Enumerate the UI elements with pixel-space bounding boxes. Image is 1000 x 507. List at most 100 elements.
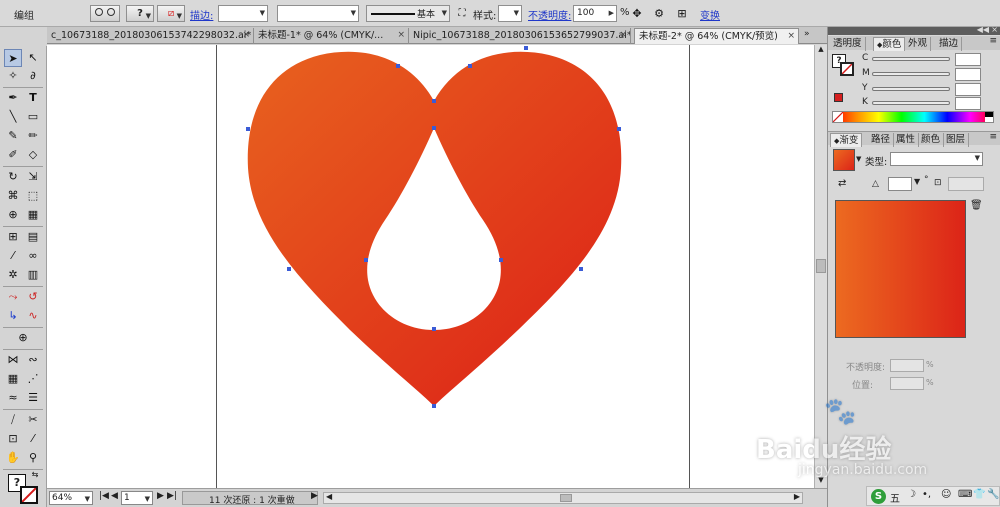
channel-m-slider[interactable]	[872, 72, 950, 76]
none-swatch[interactable]	[832, 111, 844, 123]
channel-k-slider[interactable]	[872, 101, 950, 105]
crosshair-icon[interactable]: ⊕	[14, 329, 32, 347]
pen-tool-icon[interactable]: ✒	[4, 89, 22, 107]
zoom-select[interactable]: 64% ▼	[49, 491, 93, 505]
status-menu-icon[interactable]: ▶	[311, 491, 318, 501]
channel-y-slider[interactable]	[872, 87, 950, 91]
recolor-icon[interactable]: ✥	[628, 5, 646, 23]
white-swatch[interactable]	[985, 117, 993, 122]
tab-color[interactable]: ◆颜色	[873, 37, 906, 51]
live-paint-icon[interactable]: ▦	[4, 370, 22, 388]
close-icon[interactable]: ×	[787, 29, 795, 44]
isolate-group-button[interactable]	[90, 5, 120, 22]
chart-icon[interactable]: ≈	[4, 389, 22, 407]
tab-layers[interactable]: 图层	[943, 133, 970, 147]
punctuation-icon[interactable]: •,	[922, 489, 931, 500]
delete-stop-icon[interactable]: 🗑	[970, 200, 983, 211]
free-transform-icon[interactable]: ⬚	[24, 187, 42, 205]
stroke-swatch-dropdown[interactable]: ⧄ ▼	[157, 5, 185, 22]
tab-document-4-active[interactable]: 未标题-2* @ 64% (CMYK/预览) ×	[634, 28, 799, 44]
skin-icon[interactable]: 👕	[973, 489, 985, 500]
stroke-link[interactable]: 描边:	[190, 7, 213, 22]
reverse-gradient-icon[interactable]: ⇄	[838, 178, 846, 189]
tab-pathfinder[interactable]: 路径	[868, 133, 895, 147]
channel-c-slider[interactable]	[872, 57, 950, 61]
keyboard-icon[interactable]: ⌨	[958, 489, 972, 500]
gradient-angle-input[interactable]	[888, 177, 912, 191]
h-scroll-thumb[interactable]	[560, 494, 572, 502]
blob-brush-icon[interactable]: ✐	[4, 146, 22, 164]
knife-icon[interactable]: ⁄	[24, 430, 42, 448]
tab-attributes[interactable]: 属性	[893, 133, 920, 147]
last-page-icon[interactable]: ▶|	[167, 491, 177, 501]
panel-menu-icon[interactable]: ≡	[989, 132, 997, 142]
rotate-tool-icon[interactable]: ↻	[4, 168, 22, 186]
gear-icon[interactable]: ⚙	[650, 5, 668, 23]
hand-tool-icon[interactable]: ✋	[4, 449, 22, 467]
anchor-tool-icon[interactable]: ↳	[4, 307, 22, 325]
shape-builder-icon[interactable]: ⊕	[4, 206, 22, 224]
channel-c-input[interactable]	[955, 53, 981, 66]
paintbrush-icon[interactable]: ✎	[4, 127, 22, 145]
align-icon[interactable]: ⊞	[673, 5, 691, 23]
moon-icon[interactable]: ☽	[907, 489, 916, 500]
magic-wand-icon[interactable]: ✧	[4, 67, 22, 85]
heart-shape[interactable]	[247, 51, 622, 406]
close-icon[interactable]: ×	[991, 25, 998, 34]
next-page-icon[interactable]: ▶	[157, 491, 164, 501]
page-select[interactable]: 1 ▼	[121, 491, 153, 505]
opacity-input[interactable]: 100 ▶	[573, 5, 617, 22]
eraser-icon[interactable]: ◇	[24, 146, 42, 164]
scroll-thumb[interactable]	[816, 259, 826, 273]
eyedropper-icon[interactable]: ⁄	[4, 247, 22, 265]
variable-width-dropdown[interactable]: ▼	[277, 5, 359, 22]
lasso-icon[interactable]: ∂	[24, 67, 42, 85]
scissors-icon[interactable]: ✂	[24, 411, 42, 429]
mesh-tool-icon[interactable]: ⊞	[4, 228, 22, 246]
heart-artwork[interactable]	[240, 40, 630, 412]
scale-tool-icon[interactable]: ⇲	[24, 168, 42, 186]
list-icon[interactable]: ☰	[24, 389, 42, 407]
scroll-right-icon[interactable]: ▶	[794, 492, 800, 501]
options-icon[interactable]: ⛶	[453, 5, 471, 23]
transform-link[interactable]: 变换	[700, 7, 720, 22]
sogou-icon[interactable]: S	[871, 489, 886, 504]
zoom-tool-icon[interactable]: ⚲	[24, 449, 42, 467]
envelope-icon[interactable]: ⋈	[4, 351, 22, 369]
tab-appearance[interactable]: 外观	[905, 37, 932, 51]
horizontal-scrollbar[interactable]: ◀ ▶	[323, 492, 803, 504]
pencil-icon[interactable]: ✏	[24, 127, 42, 145]
brush-profile-dropdown[interactable]: 基本 ▼	[366, 5, 450, 22]
tab-color-2[interactable]: 颜色	[918, 133, 945, 147]
last-color-swatch[interactable]	[834, 93, 843, 102]
wave-icon[interactable]: ∾	[24, 351, 42, 369]
channel-m-input[interactable]	[955, 68, 981, 81]
angle-dropdown-icon[interactable]: ▼	[914, 177, 920, 186]
chevron-down-icon[interactable]: ▼	[856, 155, 861, 163]
scroll-up-icon[interactable]: ▲	[816, 45, 826, 55]
gradient-thumbnail[interactable]	[833, 149, 855, 171]
channel-k-input[interactable]	[955, 97, 981, 110]
stroke-swatch[interactable]	[20, 486, 38, 504]
color-spectrum[interactable]	[832, 111, 994, 123]
ime-mode-label[interactable]: 五	[890, 490, 900, 505]
type-tool-icon[interactable]: T	[24, 89, 42, 107]
color-fill-stroke[interactable]: ?	[832, 54, 854, 76]
panel-menu-icon[interactable]: ≡	[989, 36, 997, 46]
width-tool-icon[interactable]: ⤳	[4, 288, 22, 306]
scroll-left-icon[interactable]: ◀	[326, 492, 332, 501]
tab-document-1[interactable]: c_10673188_20180306153742298032.ai* ×	[47, 28, 254, 44]
tab-gradient[interactable]: ◆渐变	[830, 133, 863, 147]
perspective-grid-icon[interactable]: ▦	[24, 206, 42, 224]
prev-page-icon[interactable]: ◀	[111, 491, 118, 501]
swap-colors-icon[interactable]: ⇆	[30, 470, 40, 480]
smooth-tool-icon[interactable]: ∿	[24, 307, 42, 325]
collapse-icon[interactable]: ◀◀	[977, 25, 989, 34]
wrench-icon[interactable]: 🔧	[987, 489, 999, 500]
status-info[interactable]: 11 次还原 : 1 次重做	[182, 491, 318, 506]
tab-stroke[interactable]: 描边	[936, 37, 963, 51]
emoji-icon[interactable]: ☺	[941, 489, 951, 500]
gradient-tool-icon[interactable]: ▤	[24, 228, 42, 246]
symbol-sprayer-icon[interactable]: ✲	[4, 266, 22, 284]
warp-tool-icon[interactable]: ⌘	[4, 187, 22, 205]
